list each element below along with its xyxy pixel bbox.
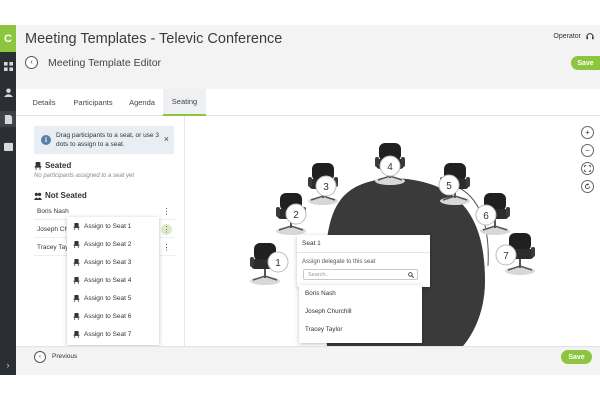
- seat-badge-2[interactable]: 2: [285, 203, 307, 225]
- dashboard-icon[interactable]: [0, 58, 16, 74]
- menu-item-label: Assign to Seat 5: [84, 294, 132, 302]
- app-logo: C: [0, 25, 16, 52]
- seat-badge-7[interactable]: 7: [495, 244, 517, 266]
- menu-item-label: Assign to Seat 1: [84, 222, 132, 230]
- menu-assign-seat-1[interactable]: Assign to Seat 1: [67, 217, 159, 235]
- seat-number: 4: [387, 162, 393, 173]
- info-text: Drag participants to a seat, or use 3 do…: [56, 132, 159, 148]
- not-seated-label: Not Seated: [45, 191, 87, 200]
- seated-empty-note: No participants assigned to a seat yet: [34, 173, 135, 179]
- chair-icon: [34, 161, 42, 170]
- fit-icon: [584, 165, 591, 172]
- close-icon[interactable]: ×: [164, 134, 169, 144]
- seat-number: 1: [275, 258, 281, 269]
- seat-badge-4[interactable]: 4: [379, 155, 401, 177]
- header: Meeting Templates - Televic Conference O…: [16, 25, 600, 81]
- popup-assign-label: Assign delegate to this seat: [302, 259, 376, 265]
- page-title: Meeting Template Editor: [48, 57, 162, 69]
- expand-rail-icon[interactable]: ›: [0, 355, 16, 375]
- chair-icon: [73, 312, 80, 320]
- tab-seating[interactable]: Seating: [163, 89, 206, 116]
- assign-seat-menu: Assign to Seat 1 Assign to Seat 2 Assign…: [67, 217, 159, 345]
- delegate-dropdown: Boris Nash Joseph Churchill Tracey Taylo…: [299, 285, 422, 343]
- users-icon[interactable]: [0, 84, 16, 100]
- participant-name: Tracey Tay: [37, 243, 69, 251]
- headset-icon[interactable]: [586, 32, 594, 40]
- delegate-option[interactable]: Tracey Taylor: [305, 326, 342, 333]
- save-button-bottom[interactable]: Save: [561, 350, 592, 364]
- user-label[interactable]: Operator: [553, 33, 581, 40]
- chair-icon: [73, 276, 80, 284]
- menu-assign-seat-3[interactable]: Assign to Seat 3: [67, 253, 159, 271]
- menu-item-label: Assign to Seat 4: [84, 276, 132, 284]
- templates-icon[interactable]: [0, 111, 16, 127]
- tab-bar: Details Participants Agenda Seating: [16, 89, 600, 116]
- tab-details[interactable]: Details: [25, 89, 63, 116]
- popup-divider: [297, 252, 430, 253]
- delegate-option[interactable]: Joseph Churchill: [305, 308, 352, 315]
- delegate-option[interactable]: Boris Nash: [305, 290, 336, 297]
- menu-item-label: Assign to Seat 7: [84, 330, 132, 338]
- seat-number: 5: [446, 181, 452, 192]
- seat-number: 3: [323, 182, 329, 193]
- menu-item-label: Assign to Seat 3: [84, 258, 132, 266]
- bottom-margin: [0, 375, 600, 400]
- seat-number: 6: [483, 211, 489, 222]
- seat-popup: Seat 1 Assign delegate to this seat Sear…: [297, 235, 430, 287]
- refresh-icon: [584, 183, 591, 190]
- fit-view-button[interactable]: [581, 162, 594, 175]
- info-banner: i Drag participants to a seat, or use 3 …: [34, 126, 174, 154]
- calendar-icon[interactable]: [0, 138, 16, 154]
- zoom-out-button[interactable]: −: [581, 144, 594, 157]
- more-options-icon[interactable]: ⋮: [161, 206, 172, 217]
- reset-view-button[interactable]: [581, 180, 594, 193]
- seat-badge-5[interactable]: 5: [438, 174, 460, 196]
- chair-icon: [73, 222, 80, 230]
- seat-badge-3[interactable]: 3: [315, 175, 337, 197]
- participant-name: Boris Nash: [37, 207, 69, 215]
- footer-bar: ‹ Previous Save: [16, 346, 600, 366]
- seat-number: 2: [293, 210, 299, 221]
- info-icon: i: [41, 135, 51, 145]
- chair-icon: [73, 294, 80, 302]
- chair-icon: [73, 330, 80, 338]
- search-icon: [408, 272, 414, 278]
- seated-label: Seated: [45, 161, 72, 170]
- menu-assign-seat-6[interactable]: Assign to Seat 6: [67, 307, 159, 325]
- window-title: Meeting Templates - Televic Conference: [25, 31, 283, 47]
- menu-assign-seat-4[interactable]: Assign to Seat 4: [67, 271, 159, 289]
- seated-heading: Seated: [34, 161, 71, 170]
- more-options-icon[interactable]: ⋮: [161, 224, 172, 235]
- tab-participants[interactable]: Participants: [68, 89, 118, 116]
- more-options-icon[interactable]: ⋮: [161, 242, 172, 253]
- seat-number: 7: [503, 251, 509, 262]
- back-button[interactable]: ‹: [25, 56, 38, 69]
- zoom-in-button[interactable]: +: [581, 126, 594, 139]
- menu-assign-seat-7[interactable]: Assign to Seat 7: [67, 325, 159, 343]
- popup-seat-title: Seat 1: [302, 240, 321, 247]
- menu-assign-seat-2[interactable]: Assign to Seat 2: [67, 235, 159, 253]
- delegate-search-input[interactable]: Search..: [303, 269, 418, 280]
- menu-assign-seat-5[interactable]: Assign to Seat 5: [67, 289, 159, 307]
- chair-icon: [73, 258, 80, 266]
- nav-rail: C ›: [0, 25, 16, 375]
- people-icon: [34, 192, 42, 200]
- menu-item-label: Assign to Seat 2: [84, 240, 132, 248]
- seat-badge-1[interactable]: 1: [267, 251, 289, 273]
- chair-icon: [73, 240, 80, 248]
- search-placeholder: Search..: [308, 271, 329, 278]
- seat-badge-6[interactable]: 6: [475, 204, 497, 226]
- save-button-top[interactable]: Save: [571, 56, 600, 70]
- not-seated-heading: Not Seated: [34, 191, 87, 200]
- tab-agenda[interactable]: Agenda: [123, 89, 161, 116]
- previous-button[interactable]: ‹: [34, 351, 46, 363]
- menu-item-label: Assign to Seat 6: [84, 312, 132, 320]
- previous-label[interactable]: Previous: [52, 353, 77, 360]
